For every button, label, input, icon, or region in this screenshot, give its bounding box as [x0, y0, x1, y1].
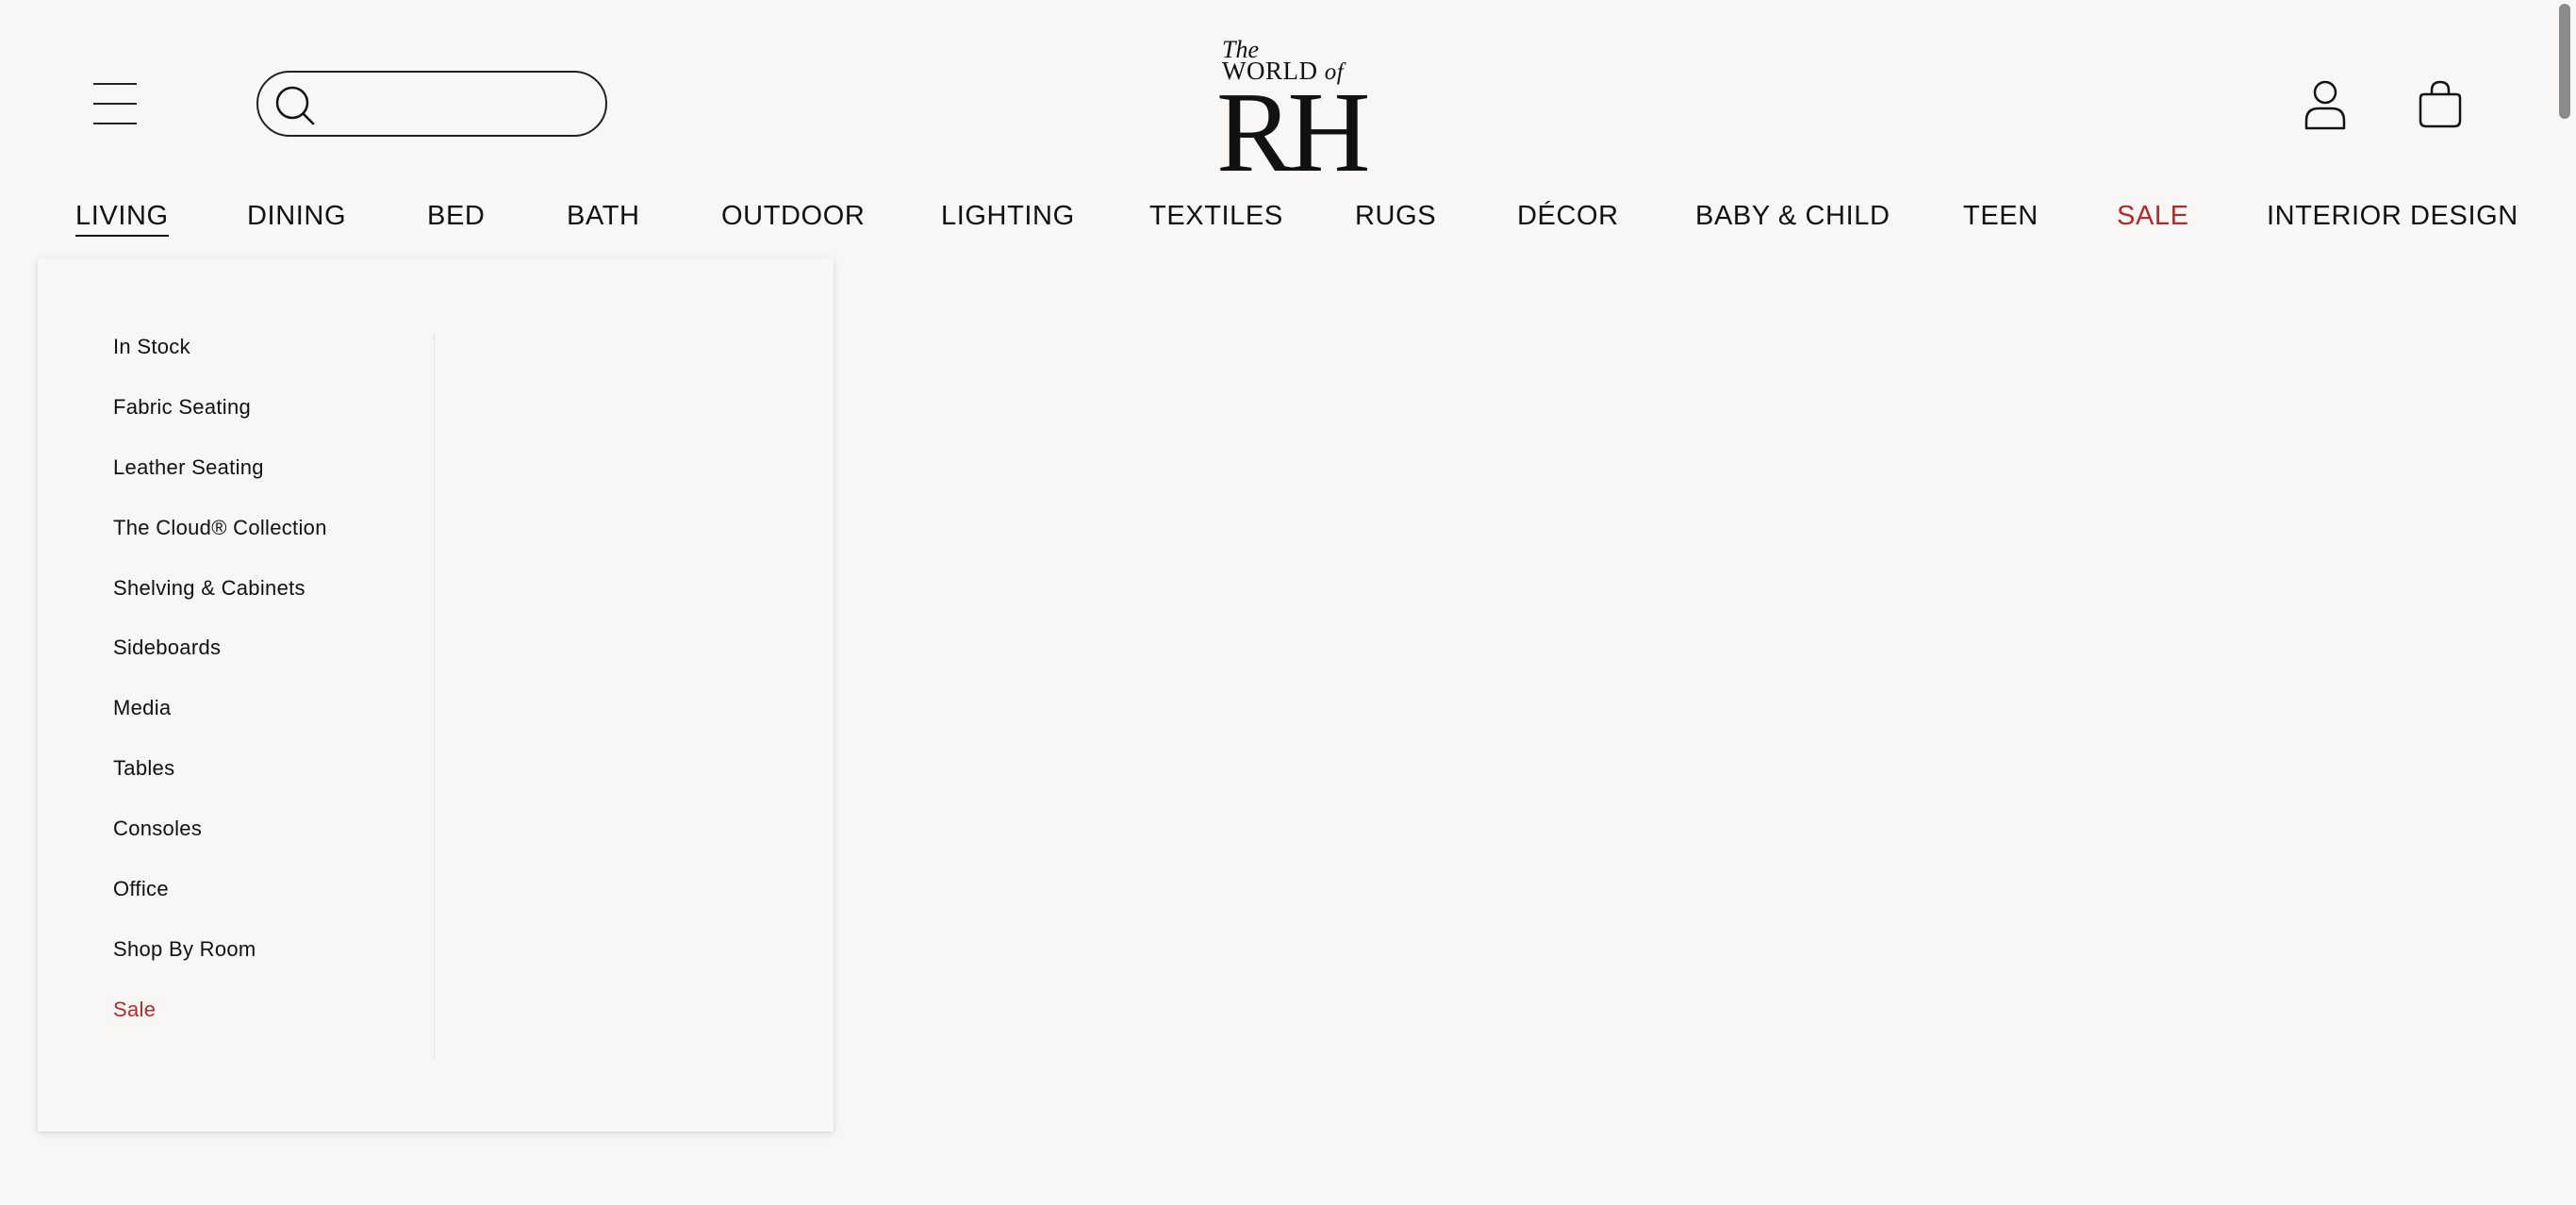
dropdown-item-media[interactable]: Media [113, 694, 171, 722]
dropdown-item-sideboards[interactable]: Sideboards [113, 634, 221, 662]
search-input[interactable] [326, 82, 585, 127]
dropdown-item-shop-by-room[interactable]: Shop By Room [113, 935, 256, 964]
account-icon[interactable] [2304, 79, 2347, 130]
nav-item-rugs[interactable]: RUGS [1355, 197, 1436, 235]
dropdown-item-office[interactable]: Office [113, 875, 169, 903]
nav-item-living[interactable]: LIVING [75, 197, 169, 237]
living-dropdown-panel: In Stock Fabric Seating Leather Seating … [38, 258, 834, 1131]
nav-item-decor[interactable]: DÉCOR [1517, 197, 1619, 235]
nav-item-bath[interactable]: BATH [567, 197, 640, 235]
dropdown-item-tables[interactable]: Tables [113, 754, 174, 783]
nav-item-dining[interactable]: DINING [247, 197, 346, 235]
search-icon[interactable] [273, 84, 317, 127]
main-nav: LIVING DINING BED BATH OUTDOOR LIGHTING … [0, 197, 2576, 239]
dropdown-item-sale[interactable]: Sale [113, 996, 156, 1024]
nav-item-bed[interactable]: BED [427, 197, 485, 235]
search-box[interactable] [256, 71, 607, 137]
nav-item-lighting[interactable]: LIGHTING [941, 197, 1075, 235]
menu-line [93, 83, 137, 85]
shopping-bag-icon[interactable] [2419, 79, 2462, 128]
nav-item-teen[interactable]: TEEN [1963, 197, 2039, 235]
nav-item-textiles[interactable]: TEXTILES [1149, 197, 1283, 235]
logo-rh-mark: RH [1216, 69, 1371, 196]
dropdown-item-cloud-collection[interactable]: The Cloud® Collection [113, 514, 327, 542]
dropdown-item-consoles[interactable]: Consoles [113, 815, 202, 843]
rh-logo[interactable]: The WORLD of RH [1216, 34, 1371, 190]
hamburger-menu-icon[interactable] [93, 83, 137, 124]
nav-item-baby-child[interactable]: BABY & CHILD [1695, 197, 1891, 235]
menu-line [93, 103, 137, 105]
menu-line [93, 123, 137, 124]
nav-item-sale[interactable]: SALE [2117, 197, 2189, 235]
dropdown-item-in-stock[interactable]: In Stock [113, 333, 190, 361]
scrollbar-thumb[interactable] [2559, 4, 2570, 119]
dropdown-item-fabric-seating[interactable]: Fabric Seating [113, 393, 251, 421]
dropdown-item-leather-seating[interactable]: Leather Seating [113, 454, 264, 482]
dropdown-divider [434, 334, 435, 1060]
nav-item-interior-design[interactable]: INTERIOR DESIGN [2267, 197, 2518, 235]
nav-item-outdoor[interactable]: OUTDOOR [721, 197, 865, 235]
dropdown-item-shelving-cabinets[interactable]: Shelving & Cabinets [113, 574, 305, 602]
